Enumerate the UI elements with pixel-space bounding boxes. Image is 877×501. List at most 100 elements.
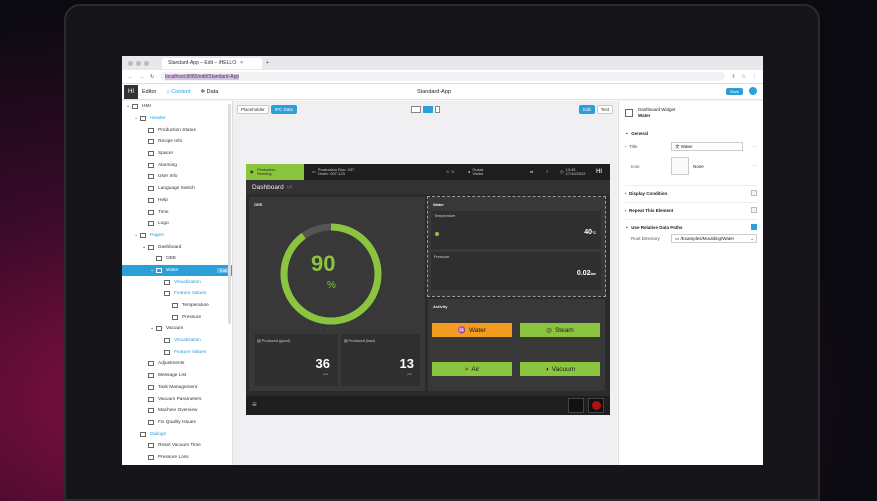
app-header: HI Editor ⌂ Content ✲ Data Standard-App … xyxy=(122,84,763,100)
tree-item[interactable]: OEE xyxy=(122,253,232,265)
tree-item[interactable]: ⌄ Dashboard xyxy=(122,241,232,253)
tree-item[interactable]: Alarming xyxy=(122,159,232,171)
air-button[interactable]: ≈ Air xyxy=(432,362,512,376)
water-widget[interactable]: Water Temperature 40°C Pressure 0.02bar xyxy=(427,196,606,297)
alarming[interactable]: ⚠ 0 xyxy=(446,168,454,174)
title-row: › Title 文 Water ⋯ xyxy=(625,142,757,151)
avatar[interactable] xyxy=(749,87,757,95)
section-general[interactable]: ⌄ General xyxy=(625,130,757,136)
tab-content[interactable]: ⌂ Content xyxy=(166,89,190,95)
element-icon xyxy=(164,338,170,344)
produced-good-label-text: Produced (good) xyxy=(261,339,290,343)
steam-button[interactable]: ◎ Steam xyxy=(520,323,600,337)
tree-item[interactable]: Feature Values xyxy=(122,346,232,358)
tree-item[interactable]: Message List xyxy=(122,370,232,382)
canvas-toolbar-left: Placeholder IPC Data xyxy=(237,105,298,114)
tree-item[interactable]: Machine Overview xyxy=(122,405,232,417)
tree-item[interactable]: Recipe Info xyxy=(122,136,232,148)
edit-mode-button[interactable]: Edit xyxy=(578,105,595,114)
emergency-stop-icon[interactable] xyxy=(588,398,604,413)
save-button[interactable]: Save xyxy=(725,88,743,95)
new-tab-icon[interactable]: + xyxy=(266,60,269,66)
ipc-data-button[interactable]: IPC Data xyxy=(270,105,298,114)
help-icon[interactable]: ? xyxy=(546,169,548,174)
desktop-view-icon[interactable] xyxy=(411,106,421,113)
production-status[interactable]: ◉ Production Running xyxy=(246,164,304,180)
tree-item[interactable]: Pressure xyxy=(122,311,232,323)
tree-item[interactable]: ⌄ HMI xyxy=(122,101,232,113)
tree-item[interactable]: ⌄ Pages xyxy=(122,230,232,242)
tree-item-label: Message List xyxy=(158,373,187,379)
test-mode-button[interactable]: Test xyxy=(596,105,613,114)
mobile-view-icon[interactable] xyxy=(435,106,440,113)
tree-item[interactable]: Dialogs xyxy=(122,428,232,440)
repeat-checkbox[interactable] xyxy=(751,207,757,213)
root-dir-input[interactable]: ▭ /Examples/Moulding/Water ⌄ xyxy=(671,234,757,243)
tree-item[interactable]: Vacuum Parameters xyxy=(122,393,232,405)
tree-item[interactable]: Production Status xyxy=(122,124,232,136)
placeholder-button[interactable]: Placeholder xyxy=(237,105,269,114)
hamburger-menu-icon[interactable]: ≡ xyxy=(252,400,257,409)
dashboard-page-count: 1/3 xyxy=(286,185,292,189)
icon-picker[interactable] xyxy=(671,157,689,175)
time-text: 13:45 27/10/2022 xyxy=(566,167,586,177)
alarm-icon: ⚠ xyxy=(446,168,450,174)
pressure-label: Pressure xyxy=(434,255,450,259)
bookmark-icon[interactable]: ☆ xyxy=(742,74,746,80)
water-button[interactable]: ♒ Water xyxy=(432,323,512,337)
menu-icon[interactable]: ⋮ xyxy=(752,74,757,80)
element-icon xyxy=(164,279,170,285)
window-close-icon[interactable] xyxy=(128,60,133,66)
tree-item[interactable]: Help xyxy=(122,195,232,207)
title-input[interactable]: 文 Water xyxy=(671,142,743,151)
icon-more-icon[interactable]: ⋯ xyxy=(753,163,758,169)
window-minimize-icon[interactable] xyxy=(136,60,141,66)
tree-item[interactable]: Task Management xyxy=(122,382,232,394)
tree-item[interactable]: Pressure Loss xyxy=(122,452,232,464)
tree-item[interactable]: ⌄ Water Edit xyxy=(122,264,232,277)
tab-data[interactable]: ✲ Data xyxy=(201,89,219,95)
section-relative-paths[interactable]: ⌄ Use Relative Data Paths xyxy=(625,219,757,230)
oee-widget[interactable]: OEE 90 % ▤ Produced (good) 36 pcs ▤ Prod… xyxy=(249,197,425,391)
recipe-info[interactable]: ▭ Production Run: 237 Order: 007-123 xyxy=(312,167,354,177)
back-icon[interactable]: ← xyxy=(128,74,133,80)
browser-tab[interactable]: Standard-App – Edit – iHELLO × xyxy=(162,57,262,69)
tree-item[interactable]: Visualization xyxy=(122,276,232,288)
title-label: › Title xyxy=(625,144,638,149)
tree-item[interactable]: Visualization xyxy=(122,335,232,347)
tree-item[interactable]: Time xyxy=(122,206,232,218)
language-switch-icon[interactable]: ⇄ xyxy=(530,169,533,174)
tree-item[interactable]: Spacer xyxy=(122,148,232,160)
window-maximize-icon[interactable] xyxy=(144,60,149,66)
tree-item[interactable]: User Info xyxy=(122,171,232,183)
tree-item[interactable]: Adjustments xyxy=(122,358,232,370)
tree-scrollbar[interactable] xyxy=(228,104,231,324)
tree-item-label: Task Management xyxy=(158,384,198,390)
tree-item[interactable]: Temperature xyxy=(122,300,232,312)
element-icon xyxy=(172,314,178,320)
forward-icon[interactable]: → xyxy=(139,74,144,80)
tablet-view-icon[interactable] xyxy=(423,106,433,113)
reload-icon[interactable]: ↻ xyxy=(150,74,154,80)
section-display-condition[interactable]: › Display Condition xyxy=(625,185,757,196)
pressure-value-group: 0.02bar xyxy=(577,270,596,277)
tab-close-icon[interactable]: × xyxy=(240,60,243,66)
tree-item[interactable]: ⌄ Vacuum xyxy=(122,323,232,335)
tab-editor[interactable]: Editor xyxy=(142,89,156,95)
display-condition-checkbox[interactable] xyxy=(751,190,757,196)
vacuum-button[interactable]: ◑ Vacuum xyxy=(520,362,600,376)
tree-item[interactable]: Fix Quality Issues xyxy=(122,417,232,429)
tree-item[interactable]: Language Switch xyxy=(122,183,232,195)
tree-item[interactable]: Feature Values xyxy=(122,288,232,300)
section-repeat[interactable]: › Repeat This Element xyxy=(625,202,757,213)
address-bar[interactable]: localhost:8080/edit/Standard-App xyxy=(160,72,726,81)
relative-paths-checkbox[interactable] xyxy=(751,224,757,230)
title-more-icon[interactable]: ⋯ xyxy=(753,144,758,150)
tree-item[interactable]: Reset Vacuum Time xyxy=(122,440,232,452)
manual-mode-icon[interactable] xyxy=(568,398,584,413)
tree-item[interactable]: ⌄ Header xyxy=(122,113,232,125)
user-info[interactable]: ● Guest Visitor xyxy=(468,167,483,177)
share-icon[interactable]: ⇪ xyxy=(731,74,735,80)
element-icon xyxy=(148,174,154,180)
tree-item[interactable]: Logo xyxy=(122,218,232,230)
